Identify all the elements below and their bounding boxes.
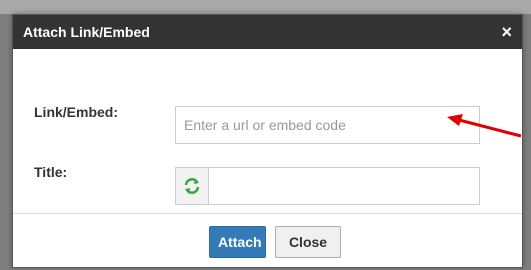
attach-link-dialog: Attach Link/Embed × Link/Embed: Title: A… — [12, 14, 523, 268]
link-embed-label: Link/Embed: — [34, 104, 119, 120]
title-input[interactable] — [208, 167, 480, 205]
dialog-footer: Attach Close — [13, 214, 522, 266]
dialog-titlebar: Attach Link/Embed × — [13, 15, 522, 49]
link-embed-input[interactable] — [175, 106, 480, 144]
annotation-arrow-icon — [447, 114, 522, 138]
dialog-body: Link/Embed: Title: — [13, 49, 522, 214]
refresh-button[interactable] — [175, 167, 209, 205]
close-icon[interactable]: × — [501, 23, 512, 41]
page-backdrop-left — [0, 14, 12, 270]
dialog-title: Attach Link/Embed — [23, 24, 150, 40]
page-backdrop-top — [0, 0, 531, 14]
close-button[interactable]: Close — [275, 226, 341, 258]
refresh-icon — [184, 178, 200, 194]
title-label: Title: — [34, 164, 68, 180]
attach-button[interactable]: Attach — [209, 226, 266, 258]
